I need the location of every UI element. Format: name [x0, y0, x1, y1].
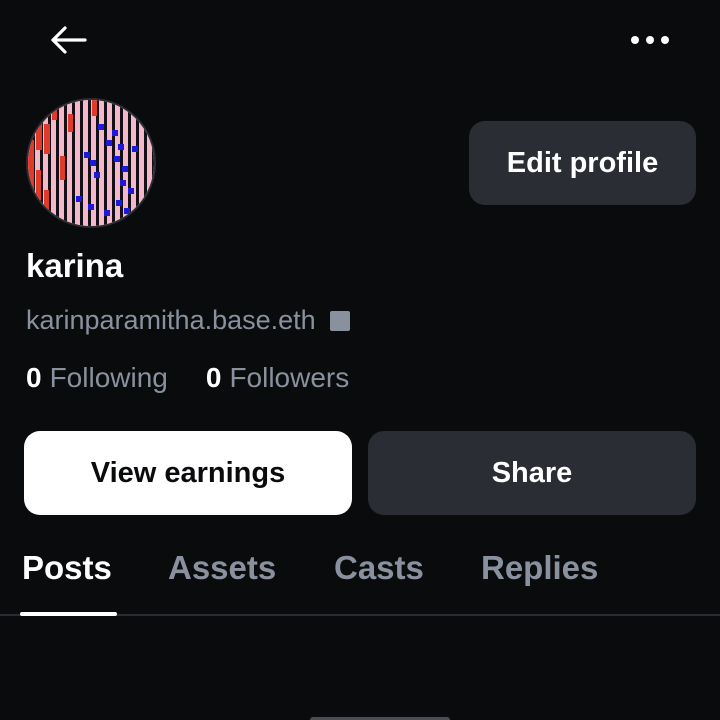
tab-replies[interactable]: Replies [481, 546, 598, 590]
more-options-button[interactable] [624, 20, 676, 60]
view-earnings-button[interactable]: View earnings [24, 431, 352, 515]
follow-stats: 0 Following 0 Followers [26, 358, 349, 398]
followers-label: Followers [229, 362, 350, 393]
followers-count: 0 [205, 362, 222, 393]
tab-casts[interactable]: Casts [334, 546, 424, 590]
following-label: Following [49, 362, 168, 393]
back-button[interactable] [44, 20, 92, 60]
following-stat[interactable]: 0 Following [26, 358, 168, 398]
profile-screen: Edit profile karina karinparamitha.base.… [0, 0, 720, 720]
followers-stat[interactable]: 0 Followers [206, 358, 349, 398]
profile-tabs: Posts Assets Casts Replies [0, 530, 720, 616]
tab-posts[interactable]: Posts [22, 546, 112, 590]
display-name: karina [26, 247, 124, 284]
profile-handle: karinparamitha.base.eth [26, 305, 316, 335]
share-button[interactable]: Share [368, 431, 696, 515]
avatar[interactable] [26, 98, 156, 228]
handle-row: karinparamitha.base.eth [26, 300, 350, 340]
tab-assets[interactable]: Assets [168, 546, 276, 590]
nft-avatar-image [28, 100, 154, 226]
arrow-left-icon [51, 26, 87, 54]
edit-profile-button[interactable]: Edit profile [469, 121, 696, 205]
badge-icon [329, 311, 350, 331]
more-horizontal-icon [631, 36, 669, 44]
following-count: 0 [26, 362, 42, 393]
active-tab-indicator [20, 612, 117, 616]
